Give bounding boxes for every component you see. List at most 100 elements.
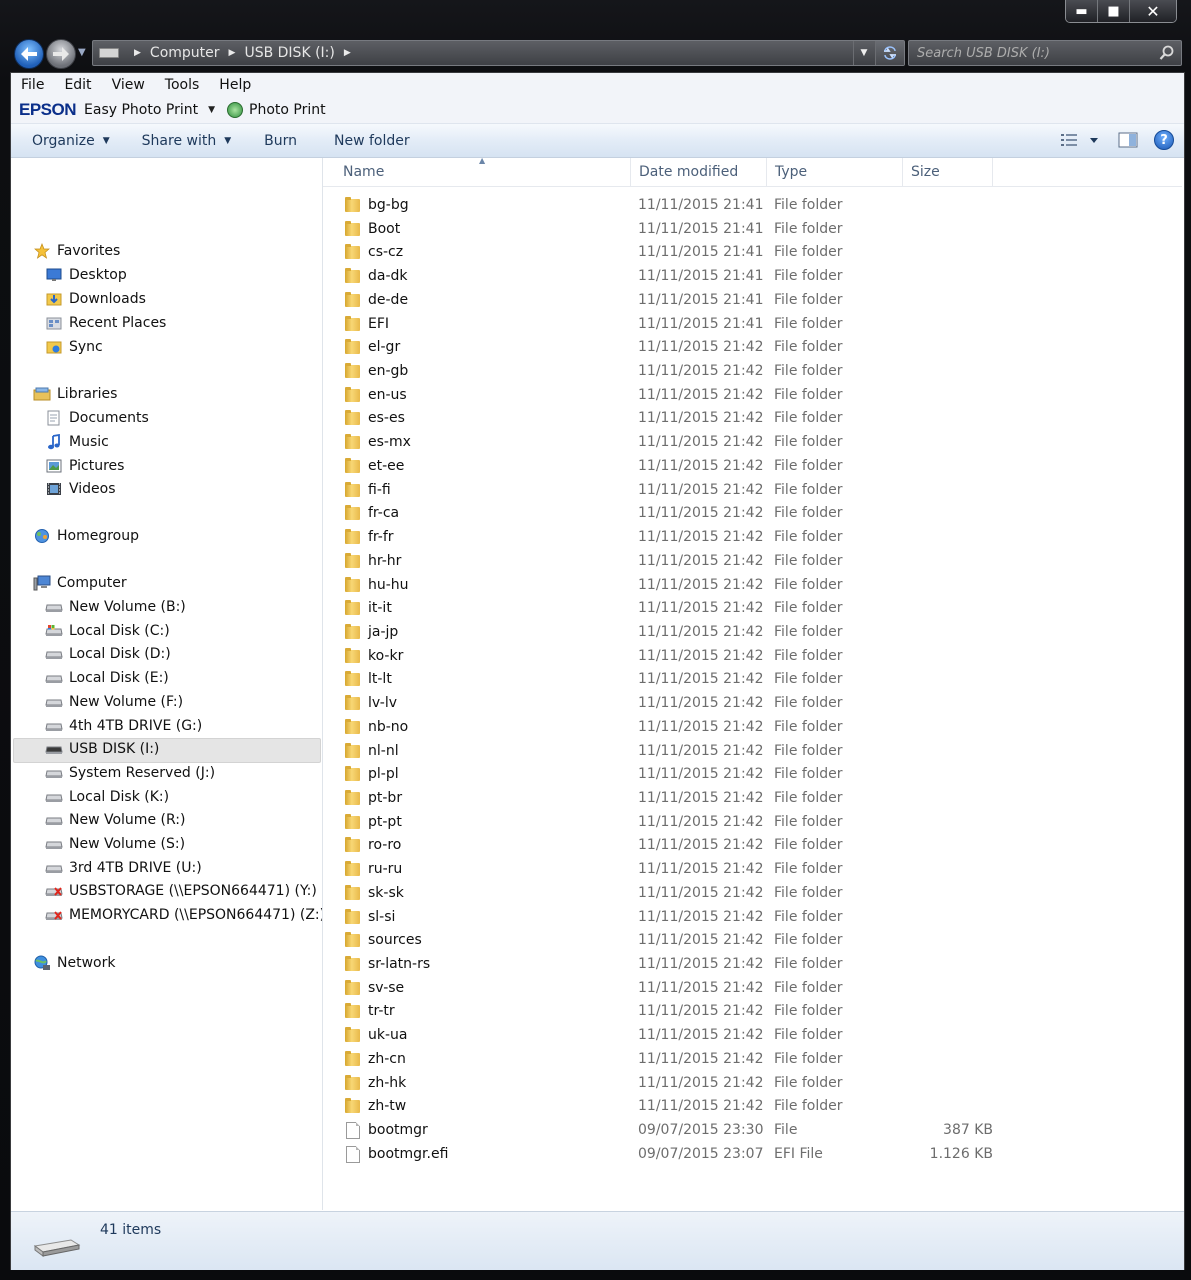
table-row[interactable]: hr-hr 11/11/2015 21:42 File folder: [323, 549, 1182, 573]
nav-item-drive[interactable]: New Volume (R:): [45, 809, 185, 831]
menu-file[interactable]: File: [11, 77, 54, 93]
nav-item-downloads[interactable]: Downloads: [45, 288, 146, 310]
nav-libraries[interactable]: Libraries: [33, 383, 117, 405]
column-header-name[interactable]: Name ▲: [323, 158, 631, 186]
table-row[interactable]: ja-jp 11/11/2015 21:42 File folder: [323, 620, 1182, 644]
view-options-button[interactable]: [1058, 128, 1102, 152]
nav-item-drive[interactable]: 3rd 4TB DRIVE (U:): [45, 857, 202, 879]
nav-item-drive[interactable]: 4th 4TB DRIVE (G:): [45, 715, 202, 737]
address-bar[interactable]: ▶ Computer ▶ USB DISK (I:) ▶ ▼: [92, 40, 905, 66]
table-row[interactable]: cs-cz 11/11/2015 21:41 File folder: [323, 240, 1182, 264]
table-row[interactable]: pt-pt 11/11/2015 21:42 File folder: [323, 810, 1182, 834]
table-row[interactable]: el-gr 11/11/2015 21:42 File folder: [323, 335, 1182, 359]
search-input[interactable]: [915, 43, 1157, 63]
nav-item-drive[interactable]: Local Disk (C:): [45, 620, 170, 642]
table-row[interactable]: lt-lt 11/11/2015 21:42 File folder: [323, 667, 1182, 691]
organize-button[interactable]: Organize ▼: [11, 133, 121, 149]
recent-pages-dropdown[interactable]: ▼: [78, 47, 86, 58]
nav-item-drive[interactable]: Local Disk (K:): [45, 786, 169, 808]
nav-item-drive[interactable]: USB DISK (I:): [45, 738, 159, 760]
chevron-down-icon[interactable]: ▼: [208, 105, 215, 115]
column-header-type[interactable]: Type: [767, 158, 903, 186]
nav-item-drive[interactable]: Local Disk (D:): [45, 643, 171, 665]
table-row[interactable]: bg-bg 11/11/2015 21:41 File folder: [323, 193, 1182, 217]
nav-item-recent-places[interactable]: Recent Places: [45, 312, 166, 334]
nav-item-documents[interactable]: Documents: [45, 407, 149, 429]
breadcrumb-chevron-icon[interactable]: ▶: [344, 48, 351, 58]
menu-tools[interactable]: Tools: [155, 77, 210, 93]
nav-item-drive[interactable]: Local Disk (E:): [45, 667, 169, 689]
photo-print-button[interactable]: Photo Print: [249, 102, 326, 118]
table-row[interactable]: en-gb 11/11/2015 21:42 File folder: [323, 359, 1182, 383]
table-row[interactable]: ko-kr 11/11/2015 21:42 File folder: [323, 644, 1182, 668]
table-row[interactable]: zh-tw 11/11/2015 21:42 File folder: [323, 1094, 1182, 1118]
table-row[interactable]: zh-hk 11/11/2015 21:42 File folder: [323, 1071, 1182, 1095]
table-row[interactable]: pl-pl 11/11/2015 21:42 File folder: [323, 762, 1182, 786]
nav-network[interactable]: Network: [33, 952, 115, 974]
nav-homegroup[interactable]: Homegroup: [33, 525, 139, 547]
breadcrumb-computer[interactable]: Computer: [150, 45, 220, 61]
table-row[interactable]: sv-se 11/11/2015 21:42 File folder: [323, 976, 1182, 1000]
nav-item-drive[interactable]: System Reserved (J:): [45, 762, 215, 784]
table-row[interactable]: it-it 11/11/2015 21:42 File folder: [323, 596, 1182, 620]
breadcrumb-usb-disk[interactable]: USB DISK (I:): [244, 45, 334, 61]
table-row[interactable]: pt-br 11/11/2015 21:42 File folder: [323, 786, 1182, 810]
table-row[interactable]: EFI 11/11/2015 21:41 File folder: [323, 312, 1182, 336]
maximize-button[interactable]: ■: [1097, 0, 1129, 22]
minimize-button[interactable]: ▬: [1066, 0, 1097, 22]
table-row[interactable]: fr-ca 11/11/2015 21:42 File folder: [323, 501, 1182, 525]
breadcrumb-chevron-icon[interactable]: ▶: [134, 48, 141, 58]
table-row[interactable]: en-us 11/11/2015 21:42 File folder: [323, 383, 1182, 407]
table-row[interactable]: tr-tr 11/11/2015 21:42 File folder: [323, 999, 1182, 1023]
nav-computer[interactable]: Computer: [33, 572, 127, 594]
table-row[interactable]: nl-nl 11/11/2015 21:42 File folder: [323, 739, 1182, 763]
refresh-button[interactable]: [875, 41, 904, 65]
menu-help[interactable]: Help: [209, 77, 261, 93]
table-row[interactable]: sources 11/11/2015 21:42 File folder: [323, 928, 1182, 952]
nav-item-music[interactable]: Music: [45, 431, 109, 453]
table-row[interactable]: de-de 11/11/2015 21:41 File folder: [323, 288, 1182, 312]
table-row[interactable]: sk-sk 11/11/2015 21:42 File folder: [323, 881, 1182, 905]
table-row[interactable]: sl-si 11/11/2015 21:42 File folder: [323, 905, 1182, 929]
table-row[interactable]: es-mx 11/11/2015 21:42 File folder: [323, 430, 1182, 454]
column-header-date[interactable]: Date modified: [631, 158, 767, 186]
new-folder-button[interactable]: New folder: [308, 133, 421, 149]
nav-item-desktop[interactable]: Desktop: [45, 264, 127, 286]
table-row[interactable]: hu-hu 11/11/2015 21:42 File folder: [323, 573, 1182, 597]
nav-item-drive[interactable]: New Volume (F:): [45, 691, 183, 713]
nav-item-drive[interactable]: New Volume (S:): [45, 833, 185, 855]
close-button[interactable]: ✕: [1129, 0, 1176, 22]
table-row[interactable]: bootmgr.efi 09/07/2015 23:07 EFI File 1.126…: [323, 1142, 1182, 1166]
search-icon[interactable]: [1159, 45, 1175, 61]
table-row[interactable]: fr-fr 11/11/2015 21:42 File folder: [323, 525, 1182, 549]
table-row[interactable]: da-dk 11/11/2015 21:41 File folder: [323, 264, 1182, 288]
table-row[interactable]: et-ee 11/11/2015 21:42 File folder: [323, 454, 1182, 478]
nav-item-pictures[interactable]: Pictures: [45, 455, 124, 477]
nav-item-drive[interactable]: MEMORYCARD (\\EPSON664471) (Z:): [45, 904, 322, 926]
table-row[interactable]: zh-cn 11/11/2015 21:42 File folder: [323, 1047, 1182, 1071]
nav-item-drive[interactable]: New Volume (B:): [45, 596, 186, 618]
help-icon[interactable]: ?: [1154, 130, 1174, 150]
table-row[interactable]: Boot 11/11/2015 21:41 File folder: [323, 217, 1182, 241]
preview-pane-button[interactable]: [1116, 128, 1140, 152]
share-with-button[interactable]: Share with ▼: [121, 133, 242, 149]
nav-item-sync[interactable]: Sync: [45, 336, 103, 358]
menu-view[interactable]: View: [102, 77, 155, 93]
table-row[interactable]: sr-latn-rs 11/11/2015 21:42 File folder: [323, 952, 1182, 976]
easy-photo-print-button[interactable]: Easy Photo Print: [84, 102, 198, 118]
table-row[interactable]: lv-lv 11/11/2015 21:42 File folder: [323, 691, 1182, 715]
table-row[interactable]: bootmgr 09/07/2015 23:30 File 387 KB: [323, 1118, 1182, 1142]
table-row[interactable]: nb-no 11/11/2015 21:42 File folder: [323, 715, 1182, 739]
table-row[interactable]: uk-ua 11/11/2015 21:42 File folder: [323, 1023, 1182, 1047]
breadcrumb-chevron-icon[interactable]: ▶: [229, 48, 236, 58]
burn-button[interactable]: Burn: [242, 133, 308, 149]
nav-item-videos[interactable]: Videos: [45, 478, 116, 500]
back-button[interactable]: [14, 39, 44, 69]
column-header-size[interactable]: Size: [903, 158, 993, 186]
menu-edit[interactable]: Edit: [54, 77, 101, 93]
nav-item-drive[interactable]: USBSTORAGE (\\EPSON664471) (Y:): [45, 880, 317, 902]
table-row[interactable]: es-es 11/11/2015 21:42 File folder: [323, 406, 1182, 430]
table-row[interactable]: ro-ro 11/11/2015 21:42 File folder: [323, 833, 1182, 857]
forward-button[interactable]: [46, 39, 76, 69]
nav-favorites[interactable]: Favorites: [33, 240, 120, 262]
